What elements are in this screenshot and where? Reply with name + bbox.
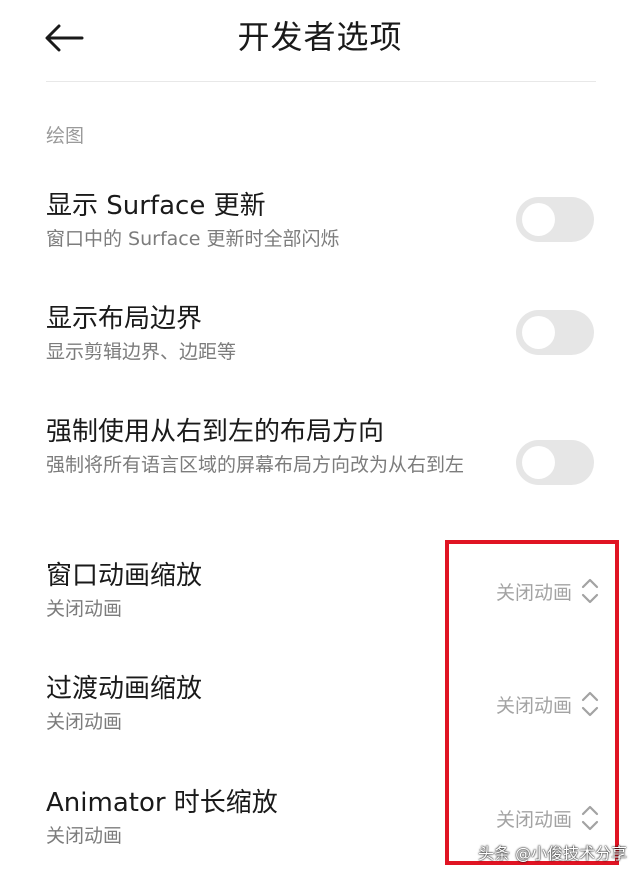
setting-title: 过渡动画缩放 xyxy=(46,674,203,704)
setting-subtitle: 窗口中的 Surface 更新时全部闪烁 xyxy=(46,228,340,250)
select-value: 关闭动画 xyxy=(495,808,572,831)
select-value: 关闭动画 xyxy=(495,694,572,717)
setting-title: 显示布局边界 xyxy=(46,304,203,334)
show-surface-updates-toggle[interactable] xyxy=(516,197,594,242)
setting-subtitle: 关闭动画 xyxy=(46,711,123,733)
toggle-knob xyxy=(522,446,555,479)
setting-subtitle: 关闭动画 xyxy=(46,825,123,847)
page-title: 开发者选项 xyxy=(237,18,403,56)
chevron-up-down-icon xyxy=(581,578,599,604)
setting-subtitle: 强制将所有语言区域的屏幕布局方向改为从右到左 xyxy=(46,454,465,476)
setting-subtitle: 显示剪辑边界、边距等 xyxy=(46,341,237,363)
toggle-knob xyxy=(522,203,555,236)
toggle-knob xyxy=(522,316,555,349)
watermark-text: 头条 @小俊技术分享 xyxy=(478,844,628,863)
section-label-drawing: 绘图 xyxy=(46,125,85,147)
setting-row-transition-animation-scale[interactable]: 过渡动画缩放 关闭动画 关闭动画 xyxy=(0,667,640,747)
setting-title: 窗口动画缩放 xyxy=(46,561,203,591)
setting-title: 强制使用从右到左的布局方向 xyxy=(46,417,385,447)
select-value: 关闭动画 xyxy=(495,581,572,604)
transition-animation-scale-select[interactable]: 关闭动画 xyxy=(466,686,600,722)
force-rtl-toggle[interactable] xyxy=(516,440,594,485)
header-divider xyxy=(46,81,596,82)
chevron-up-down-icon xyxy=(581,691,599,717)
setting-row-force-rtl[interactable]: 强制使用从右到左的布局方向 强制将所有语言区域的屏幕布局方向改为从右到左 xyxy=(0,410,640,520)
setting-title: 显示 Surface 更新 xyxy=(46,191,266,221)
animator-duration-scale-select[interactable]: 关闭动画 xyxy=(466,800,600,836)
setting-row-show-surface-updates[interactable]: 显示 Surface 更新 窗口中的 Surface 更新时全部闪烁 xyxy=(0,184,640,264)
setting-row-window-animation-scale[interactable]: 窗口动画缩放 关闭动画 关闭动画 xyxy=(0,554,640,634)
show-layout-bounds-toggle[interactable] xyxy=(516,310,594,355)
setting-title: Animator 时长缩放 xyxy=(46,788,278,818)
chevron-up-down-icon xyxy=(581,805,599,831)
window-animation-scale-select[interactable]: 关闭动画 xyxy=(466,573,600,609)
setting-row-show-layout-bounds[interactable]: 显示布局边界 显示剪辑边界、边距等 xyxy=(0,297,640,377)
setting-subtitle: 关闭动画 xyxy=(46,598,123,620)
app-header: 开发者选项 xyxy=(0,0,640,82)
